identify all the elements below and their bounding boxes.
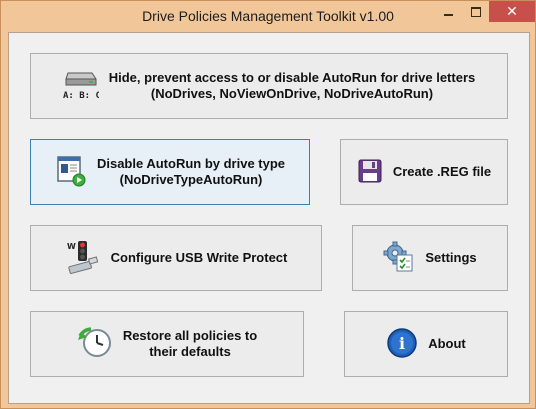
disable-autorun-label-line1: Disable AutoRun by drive type (96, 156, 286, 171)
usb-traffic-light-icon: W (65, 240, 101, 277)
app-window: Drive Policies Management Toolkit v1.00 … (0, 0, 536, 409)
maximize-button[interactable] (462, 1, 489, 22)
info-icon: i (386, 327, 418, 362)
about-button[interactable]: i About (344, 311, 508, 377)
hide-drives-label-line2: (NoDrives, NoViewOnDrive, NoDriveAutoRun… (150, 86, 434, 101)
create-reg-label: Create .REG file (392, 164, 492, 179)
settings-button[interactable]: Settings (352, 225, 508, 291)
restore-label-line1: Restore all policies to (122, 328, 258, 343)
usb-write-protect-label: Configure USB Write Protect (110, 250, 288, 265)
close-button[interactable]: ✕ (489, 1, 535, 22)
disable-autorun-by-type-button[interactable]: Disable AutoRun by drive type (NoDriveTy… (30, 139, 310, 205)
minimize-button[interactable] (435, 1, 462, 22)
hide-drives-label-line1: Hide, prevent access to or disable AutoR… (108, 70, 476, 85)
settings-gear-icon (383, 241, 415, 276)
info-icon-glyph: i (399, 334, 405, 353)
configure-usb-write-protect-button[interactable]: W Configure USB Write Protect (30, 225, 322, 291)
close-icon: ✕ (506, 3, 518, 19)
restore-defaults-button[interactable]: Restore all policies to their defaults (30, 311, 304, 377)
floppy-disk-icon (357, 158, 383, 187)
main-panel: A: B: C: Hide, prevent access to or disa… (8, 32, 530, 404)
svg-text:W: W (67, 242, 76, 251)
maximize-icon (470, 6, 481, 17)
autorun-window-icon (55, 155, 87, 190)
drive-letters-text: A: B: C: (63, 91, 99, 101)
settings-label: Settings (425, 250, 477, 265)
minimize-icon (444, 13, 453, 16)
disable-autorun-label-line2: (NoDriveTypeAutoRun) (119, 172, 263, 187)
restore-clock-icon (77, 326, 113, 363)
create-reg-file-button[interactable]: Create .REG file (340, 139, 508, 205)
drive-letters-icon: A: B: C: (63, 67, 106, 106)
hide-drives-button[interactable]: A: B: C: Hide, prevent access to or disa… (30, 53, 508, 119)
about-label: About (428, 336, 466, 351)
restore-label-line2: their defaults (149, 344, 231, 359)
title-bar[interactable]: Drive Policies Management Toolkit v1.00 … (1, 1, 535, 32)
